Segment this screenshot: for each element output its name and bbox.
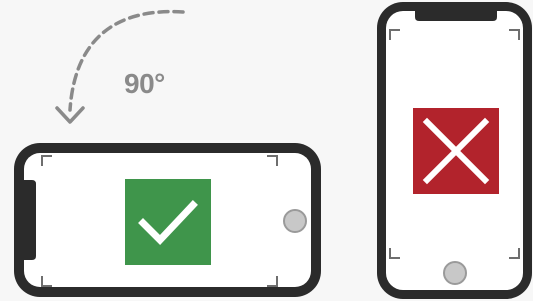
- landscape-home-button: [283, 209, 307, 233]
- diagram-canvas: 90°: [14, 2, 532, 299]
- portrait-phone-notch: [415, 11, 497, 21]
- rotation-angle-label: 90°: [124, 68, 165, 99]
- portrait-home-button: [443, 261, 467, 285]
- landscape-phone-notch: [24, 180, 36, 260]
- valid-orientation-badge: [125, 179, 211, 265]
- landscape-phone: [14, 143, 321, 297]
- invalid-orientation-badge: [413, 108, 499, 194]
- orientation-diagram: 90°: [0, 0, 533, 301]
- rotation-arrow: [55, 9, 185, 124]
- valid-badge-square: [125, 179, 211, 265]
- portrait-phone: [377, 2, 532, 299]
